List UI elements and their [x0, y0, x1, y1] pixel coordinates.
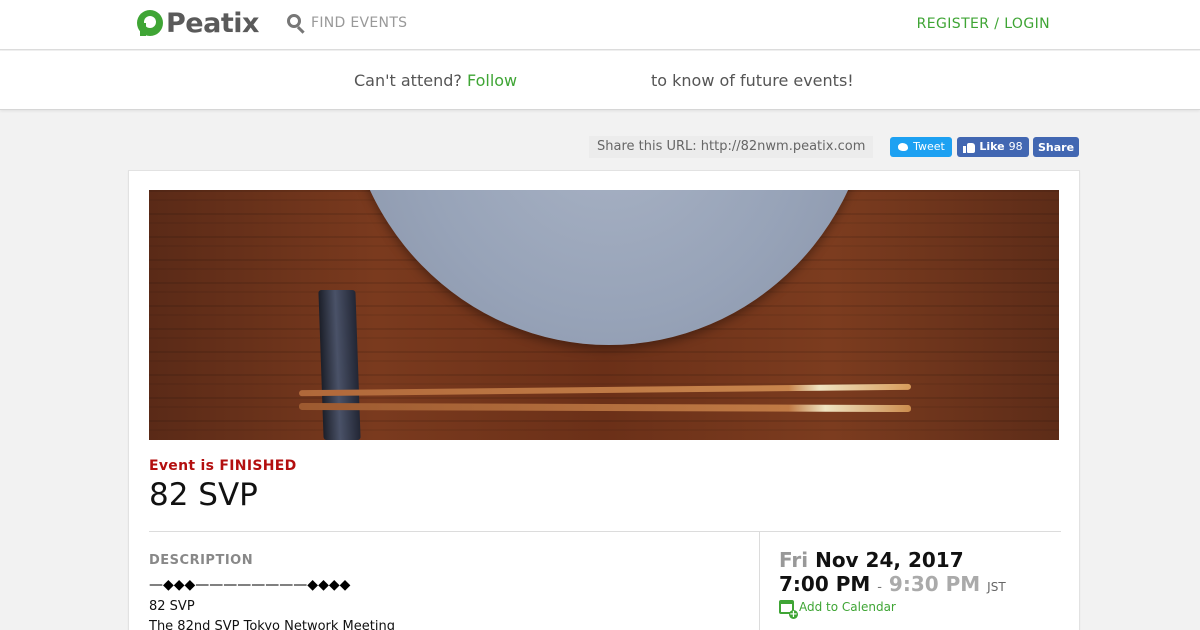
chopstick-rest-shape — [318, 290, 361, 440]
search-label: FIND EVENTS — [311, 15, 408, 31]
follow-banner: Can't attend? Follow to know of future e… — [0, 51, 1200, 110]
top-header: Peatix FIND EVENTS REGISTER / LOGIN — [0, 0, 1200, 50]
event-card: Event is FINISHED 82 SVP DESCRIPTION —◆◆… — [128, 170, 1080, 630]
date-value: Nov 24, 2017 — [815, 548, 964, 572]
description-line: —◆◆◆————————◆◆◆◆ — [149, 577, 351, 593]
event-date: Fri Nov 24, 2017 — [779, 548, 964, 572]
day-of-week: Fri — [779, 548, 809, 572]
add-to-calendar-label: Add to Calendar — [799, 600, 896, 614]
twitter-bird-icon — [897, 142, 909, 152]
event-title: 82 SVP — [149, 477, 258, 513]
peatix-logo[interactable]: Peatix — [137, 7, 259, 39]
description-line: The 82nd SVP Tokyo Network Meeting — [149, 619, 395, 630]
chopstick-shape — [298, 402, 912, 413]
share-url[interactable]: Share this URL: http://82nwm.peatix.com — [589, 136, 874, 158]
peatix-logo-icon — [137, 10, 163, 36]
description-heading: DESCRIPTION — [149, 553, 254, 568]
event-cover-image — [149, 190, 1059, 440]
search-icon — [286, 13, 306, 34]
description-line: 82 SVP — [149, 599, 195, 614]
start-time: 7:00 PM — [779, 572, 871, 596]
chopstick-shape — [298, 383, 912, 397]
find-events-search[interactable]: FIND EVENTS — [286, 13, 408, 34]
register-login-link[interactable]: REGISTER / LOGIN — [917, 16, 1050, 32]
end-time: 9:30 PM — [888, 572, 981, 596]
facebook-share-button[interactable]: Share — [1033, 137, 1079, 157]
follow-prefix-text: Can't attend? Follow — [354, 71, 517, 90]
follow-suffix-text: to know of future events! — [651, 71, 854, 90]
event-time: 7:00 PM - 9:30 PM JST — [779, 572, 1006, 596]
add-to-calendar-link[interactable]: Add to Calendar — [779, 600, 896, 619]
tweet-label: Tweet — [913, 140, 945, 153]
section-divider — [149, 531, 1061, 532]
plate-shape — [344, 190, 874, 345]
time-separator: - — [877, 580, 882, 595]
event-status: Event is FINISHED — [149, 458, 297, 474]
brand-name: Peatix — [166, 7, 259, 39]
follow-link[interactable]: Follow — [467, 71, 517, 90]
thumbs-up-icon — [963, 142, 976, 153]
tweet-button[interactable]: Tweet — [890, 137, 952, 157]
like-count: 98 — [1008, 140, 1023, 153]
timezone: JST — [987, 580, 1006, 594]
like-label: Like — [979, 140, 1005, 153]
column-divider — [759, 532, 760, 630]
calendar-add-icon — [779, 600, 798, 619]
cant-attend-text: Can't attend? — [354, 71, 462, 90]
facebook-like-button[interactable]: Like 98 — [957, 137, 1029, 157]
